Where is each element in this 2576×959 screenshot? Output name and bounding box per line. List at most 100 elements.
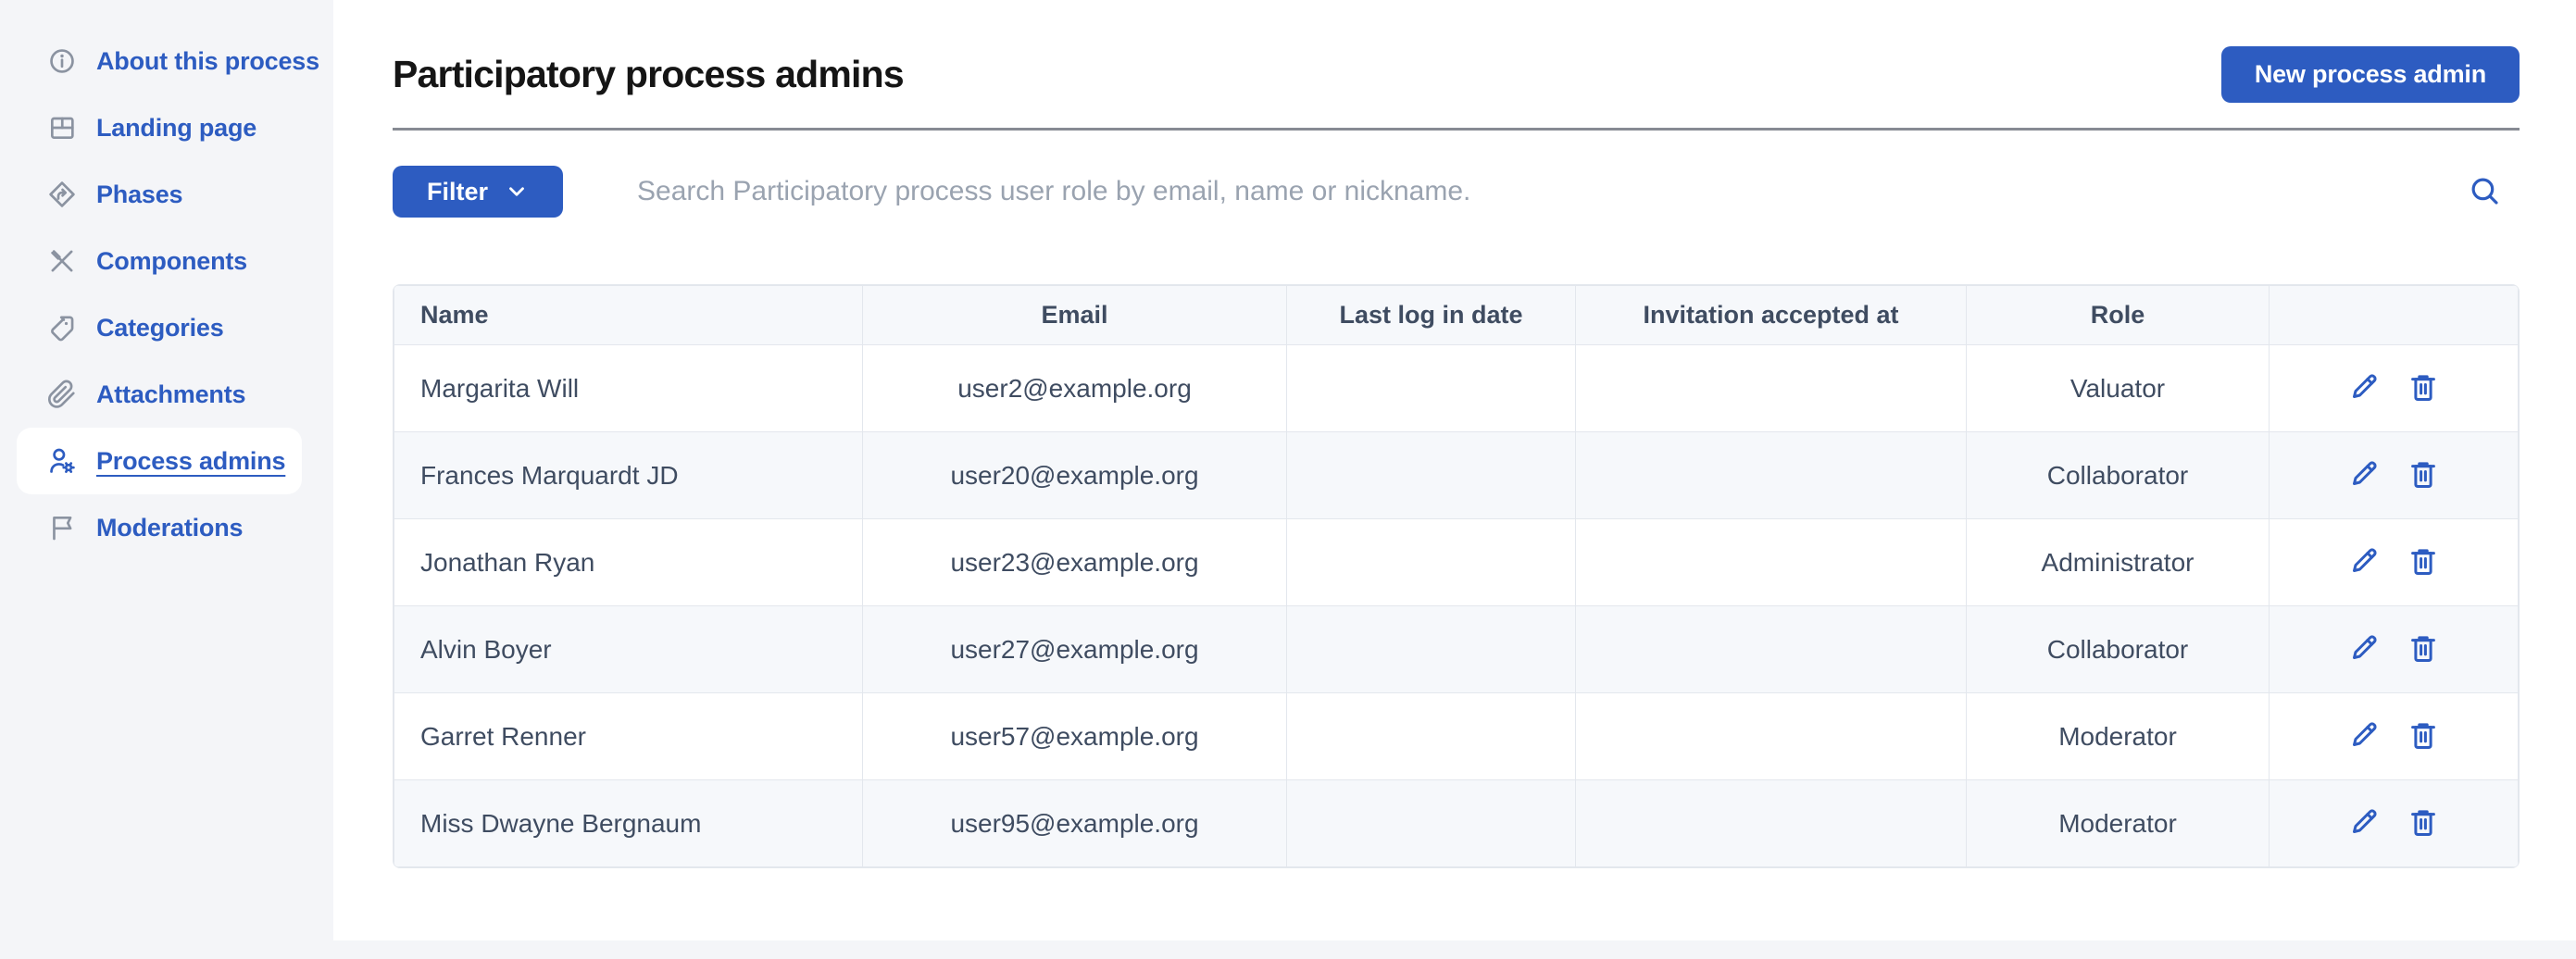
delete-button[interactable] xyxy=(2405,718,2442,755)
layout-icon xyxy=(46,113,77,143)
table-row: Frances Marquardt JDuser20@example.org Co… xyxy=(394,432,2519,519)
table-row: Jonathan Ryanuser23@example.org Administr… xyxy=(394,519,2519,606)
pencil-icon xyxy=(2347,805,2381,841)
chevron-down-icon xyxy=(505,180,529,204)
filter-button[interactable]: Filter xyxy=(393,166,563,218)
page-title: Participatory process admins xyxy=(393,53,904,96)
edit-button[interactable] xyxy=(2345,718,2382,755)
edit-button[interactable] xyxy=(2345,805,2382,842)
cell-actions xyxy=(2270,606,2519,693)
admins-table-wrapper: NameEmailLast log in dateInvitation acce… xyxy=(393,284,2520,868)
sidebar-item-label: Landing page xyxy=(96,114,256,143)
cell-actions xyxy=(2270,432,2519,519)
cell-invitation-accepted xyxy=(1576,693,1967,780)
app-window: About this process Landing page Phases Comp… xyxy=(0,0,2576,959)
edit-button[interactable] xyxy=(2345,544,2382,581)
column-header-name: Name xyxy=(394,286,863,345)
sidebar-item-label: Moderations xyxy=(96,514,243,542)
column-header-actions xyxy=(2270,286,2519,345)
cell-email: user23@example.org xyxy=(863,519,1287,606)
cell-actions xyxy=(2270,780,2519,867)
sidebar-item-attachments[interactable]: Attachments xyxy=(17,361,302,428)
cell-name: Alvin Boyer xyxy=(394,606,863,693)
sidebar-item-components[interactable]: Components xyxy=(17,228,302,294)
trash-icon xyxy=(2407,805,2440,841)
cell-name: Margarita Will xyxy=(394,345,863,432)
cell-invitation-accepted xyxy=(1576,345,1967,432)
phases-icon xyxy=(46,180,77,210)
cell-invitation-accepted xyxy=(1576,606,1967,693)
cell-role: Moderator xyxy=(1967,693,2270,780)
cell-role: Collaborator xyxy=(1967,432,2270,519)
new-process-admin-button[interactable]: New process admin xyxy=(2221,46,2520,103)
admins-table: NameEmailLast log in dateInvitation acce… xyxy=(394,285,2519,867)
sidebar-item-categories[interactable]: Categories xyxy=(17,294,302,361)
search-icon xyxy=(2467,173,2502,211)
pencil-icon xyxy=(2347,631,2381,667)
cell-email: user57@example.org xyxy=(863,693,1287,780)
edit-button[interactable] xyxy=(2345,370,2382,407)
edit-button[interactable] xyxy=(2345,457,2382,494)
sidebar-item-label: Process admins xyxy=(96,447,285,476)
edit-button[interactable] xyxy=(2345,631,2382,668)
pencil-icon xyxy=(2347,544,2381,580)
sidebar-item-phases[interactable]: Phases xyxy=(17,161,302,228)
search-input[interactable] xyxy=(637,176,2462,207)
cell-name: Garret Renner xyxy=(394,693,863,780)
pencil-icon xyxy=(2347,718,2381,754)
cell-role: Collaborator xyxy=(1967,606,2270,693)
delete-button[interactable] xyxy=(2405,805,2442,842)
trash-icon xyxy=(2407,370,2440,406)
table-row: Miss Dwayne Bergnaumuser95@example.org Mo… xyxy=(394,780,2519,867)
cell-email: user20@example.org xyxy=(863,432,1287,519)
cell-role: Valuator xyxy=(1967,345,2270,432)
sidebar-item-label: Phases xyxy=(96,181,182,209)
cell-name: Frances Marquardt JD xyxy=(394,432,863,519)
tag-icon xyxy=(46,313,77,343)
delete-button[interactable] xyxy=(2405,457,2442,494)
search-button[interactable] xyxy=(2462,169,2507,214)
trash-icon xyxy=(2407,457,2440,493)
cell-actions xyxy=(2270,693,2519,780)
cell-actions xyxy=(2270,519,2519,606)
delete-button[interactable] xyxy=(2405,544,2442,581)
sidebar-nav: About this process Landing page Phases Comp… xyxy=(0,28,333,561)
column-header-last-log-in-date: Last log in date xyxy=(1287,286,1576,345)
column-header-role: Role xyxy=(1967,286,2270,345)
filter-button-label: Filter xyxy=(427,178,488,206)
table-header-row: NameEmailLast log in dateInvitation acce… xyxy=(394,286,2519,345)
cell-name: Miss Dwayne Bergnaum xyxy=(394,780,863,867)
cell-invitation-accepted xyxy=(1576,780,1967,867)
cell-last-login xyxy=(1287,432,1576,519)
column-header-invitation-accepted-at: Invitation accepted at xyxy=(1576,286,1967,345)
cell-actions xyxy=(2270,345,2519,432)
cell-invitation-accepted xyxy=(1576,519,1967,606)
sidebar-item-moderations[interactable]: Moderations xyxy=(17,494,302,561)
cell-last-login xyxy=(1287,606,1576,693)
flag-icon xyxy=(46,513,77,543)
cell-name: Jonathan Ryan xyxy=(394,519,863,606)
sidebar-item-landing-page[interactable]: Landing page xyxy=(17,94,302,161)
cell-email: user95@example.org xyxy=(863,780,1287,867)
footer-strip xyxy=(0,940,2576,959)
sidebar-item-process-admins[interactable]: Process admins xyxy=(17,428,302,494)
sidebar-item-label: Attachments xyxy=(96,380,245,409)
table-row: Garret Renneruser57@example.org Moderator xyxy=(394,693,2519,780)
cell-last-login xyxy=(1287,519,1576,606)
delete-button[interactable] xyxy=(2405,370,2442,407)
cell-last-login xyxy=(1287,345,1576,432)
cell-last-login xyxy=(1287,693,1576,780)
user-gear-icon xyxy=(46,446,77,477)
sidebar-item-label: About this process xyxy=(96,47,319,76)
table-row: Alvin Boyeruser27@example.orgCollaborato… xyxy=(394,606,2519,693)
trash-icon xyxy=(2407,544,2440,580)
cell-role: Moderator xyxy=(1967,780,2270,867)
cell-role: Administrator xyxy=(1967,519,2270,606)
pencil-icon xyxy=(2347,370,2381,406)
main-content: Participatory process admins New process… xyxy=(333,0,2576,959)
title-row: Participatory process admins New process… xyxy=(393,46,2520,103)
delete-button[interactable] xyxy=(2405,631,2442,668)
tools-icon xyxy=(46,246,77,277)
pencil-icon xyxy=(2347,457,2381,493)
sidebar-item-about-this-process[interactable]: About this process xyxy=(17,28,302,94)
